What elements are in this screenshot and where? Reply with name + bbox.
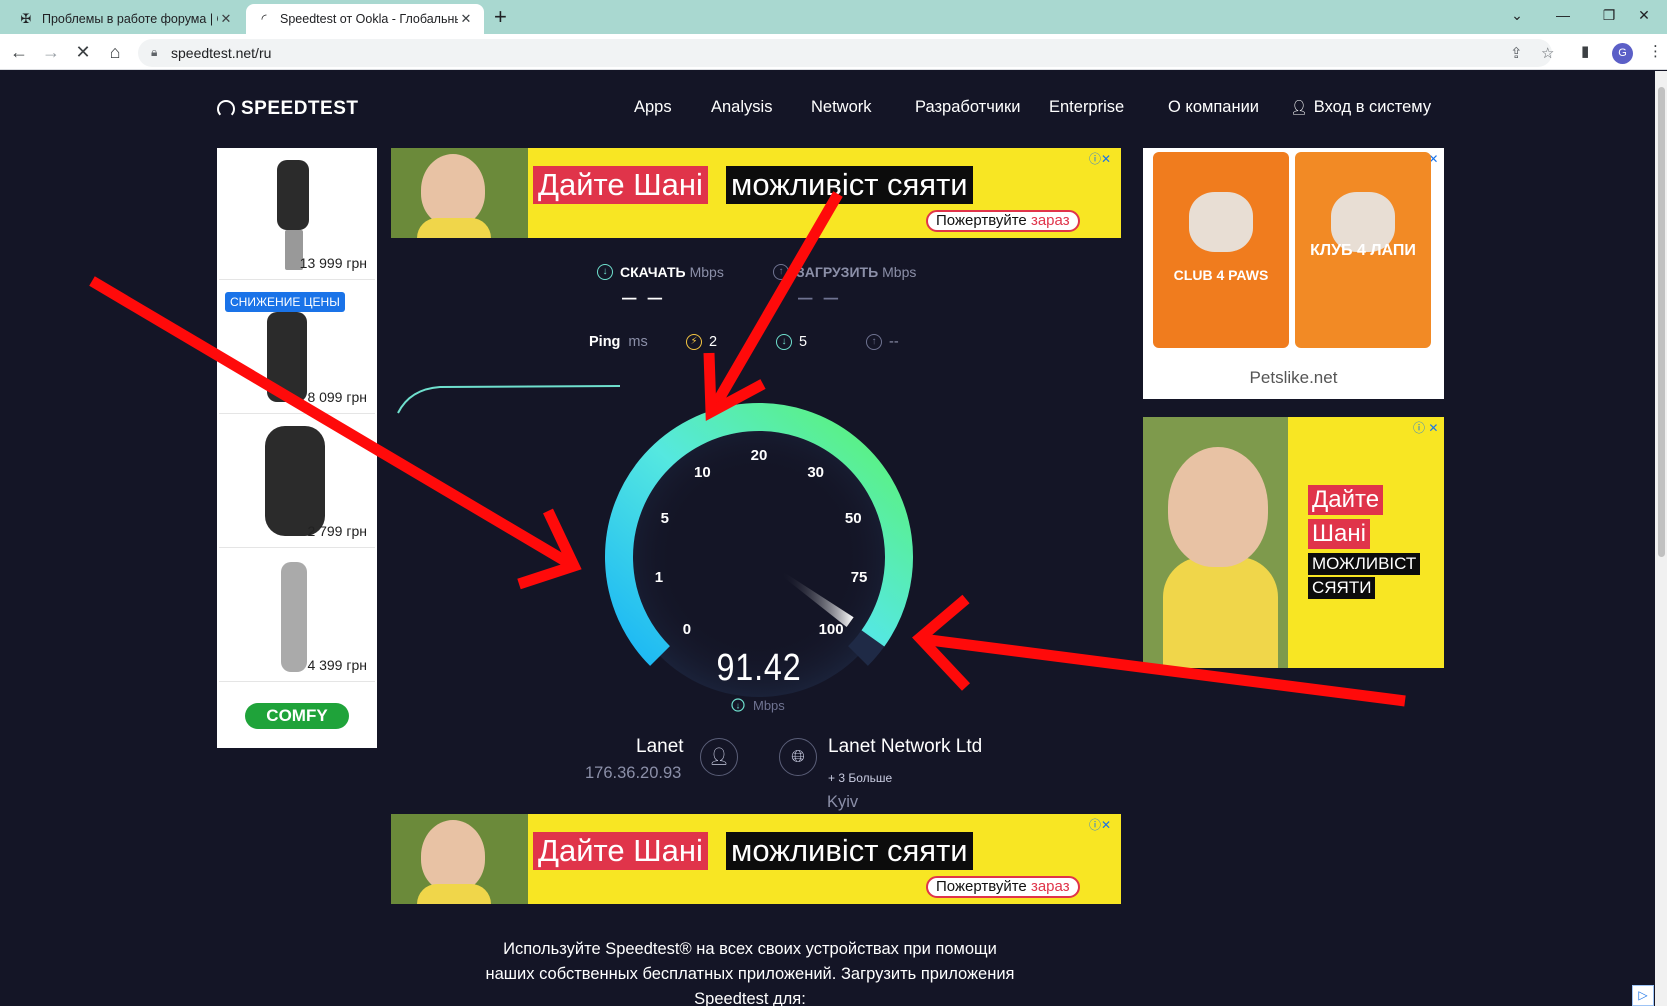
speedtest-icon: ◜ <box>261 11 267 26</box>
forward-button[interactable]: → <box>39 40 63 64</box>
page-scrollbar[interactable] <box>1655 71 1667 1006</box>
speedtest-page: SPEEDTEST Apps Analysis Network Разработ… <box>0 71 1655 1006</box>
ad-headline-red: Дайте Шані <box>533 832 708 870</box>
share-icon[interactable]: ⇪ <box>1510 44 1523 62</box>
new-tab-button[interactable]: + <box>494 4 507 30</box>
ad-headline-black: можливіст сяяти <box>726 832 973 870</box>
scrollbar-thumb[interactable] <box>1658 87 1665 557</box>
speed-graph-line <box>397 385 621 414</box>
tab-speedtest[interactable]: ◜ Speedtest от Ookla - Глобальны ✕ <box>246 4 484 34</box>
gauge-tick-label: 30 <box>807 464 824 481</box>
bookmark-star-icon[interactable]: ☆ <box>1541 44 1554 62</box>
apps-promo-text: Используйте Speedtest® на всех своих уст… <box>485 940 1015 1006</box>
address-bar[interactable]: 🔒︎ speedtest.net/ru ⇪ ☆ <box>138 39 1554 67</box>
gauge-tick-label: 20 <box>751 447 768 464</box>
close-tab-icon[interactable]: ✕ <box>218 11 234 27</box>
svg-text:↓: ↓ <box>736 701 741 711</box>
ip-address: 176.36.20.93 <box>585 764 682 782</box>
gauge-tick-label: 1 <box>655 569 663 586</box>
close-tab-icon[interactable]: ✕ <box>458 11 474 27</box>
profile-avatar[interactable]: G <box>1612 43 1633 64</box>
url-text: speedtest.net/ru <box>171 45 272 61</box>
home-button[interactable]: ⌂ <box>103 40 127 64</box>
tab-title: Speedtest от Ookla - Глобальны <box>280 12 458 26</box>
stop-loading-button[interactable]: ✕ <box>71 40 95 64</box>
globe-icon: 🌐︎ <box>779 738 817 776</box>
tab-forum[interactable]: ✠ Проблемы в работе форума | C ✕ <box>8 4 244 34</box>
close-window-button[interactable]: ✕ <box>1621 4 1667 26</box>
menu-dots-icon[interactable]: ⋮ <box>1648 42 1663 60</box>
tab-strip: ✠ Проблемы в работе форума | C ✕ ◜ Speed… <box>0 0 1667 34</box>
side-panel-icon[interactable]: ▮ <box>1581 42 1589 60</box>
gauge-value: 91.42 <box>716 647 801 689</box>
back-button[interactable]: ← <box>7 40 31 64</box>
gauge-tick-label: 0 <box>683 621 691 638</box>
isp-name: Lanet <box>636 736 684 757</box>
tab-title: Проблемы в работе форума | C <box>42 12 218 26</box>
tab-search-icon[interactable]: ⌄ <box>1494 4 1540 26</box>
more-servers-link[interactable]: + 3 Больше <box>828 771 892 785</box>
ad-donate-button[interactable]: Пожертвуйте зараз <box>926 876 1080 898</box>
browser-toolbar: ← → ✕ ⌂ 🔒︎ speedtest.net/ru ⇪ ☆ ▮ ⋮ <box>0 34 1667 70</box>
gauge-tick-label: 50 <box>845 510 862 527</box>
ad-photo <box>391 814 528 904</box>
gauge-tick-label: 10 <box>694 464 711 481</box>
gauge-tick-label: 5 <box>661 510 669 527</box>
ad-banner-bottom[interactable]: Дайте Шані можливіст сяяти Пожертвуйте з… <box>391 814 1121 904</box>
gauge-tick-label: 75 <box>851 569 868 586</box>
server-name[interactable]: Lanet Network Ltd <box>828 736 982 758</box>
svg-text:Mbps: Mbps <box>753 698 785 713</box>
server-city: Kyiv <box>827 793 859 811</box>
forum-icon: ✠ <box>20 11 32 26</box>
lock-icon[interactable]: 🔒︎ <box>151 45 157 60</box>
ad-choices-icon[interactable]: ⓘ✕ <box>1089 816 1111 833</box>
gauge-unit: ↓ Mbps <box>731 698 785 713</box>
ad-choices-icon[interactable]: ▷ <box>1632 985 1654 1006</box>
gauge-tick-label: 100 <box>819 621 844 638</box>
minimize-button[interactable]: — <box>1540 4 1586 26</box>
user-icon: 👤︎ <box>700 738 738 776</box>
